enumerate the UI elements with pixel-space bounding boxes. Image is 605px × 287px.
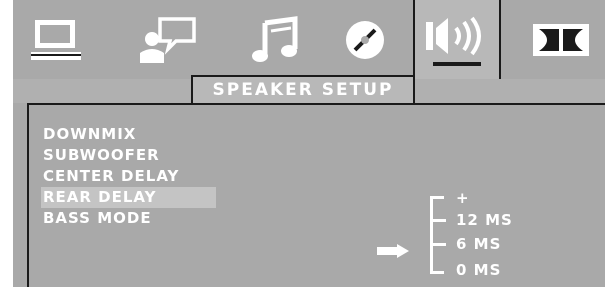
tab-language[interactable]	[121, 0, 209, 79]
dolby-icon	[533, 23, 589, 56]
tab-dolby[interactable]	[517, 0, 605, 79]
tab-disc[interactable]	[321, 0, 409, 79]
speaker-setup-menu: DOWNMIX SUBWOOFER CENTER DELAY REAR DELA…	[41, 124, 216, 229]
menu-item-center-delay[interactable]: CENTER DELAY	[41, 166, 216, 187]
menu-item-rear-delay[interactable]: REAR DELAY	[41, 187, 216, 208]
option-label: 12 MS	[456, 211, 513, 229]
arrow-pointer-icon	[377, 244, 409, 258]
option-6ms[interactable]: 6 MS	[432, 234, 501, 254]
menu-item-subwoofer[interactable]: SUBWOOFER	[41, 145, 216, 166]
option-tick	[432, 242, 446, 246]
rear-delay-options: + 12 MS 6 MS 0 MS	[410, 188, 570, 283]
page-title-box: SPEAKER SETUP	[191, 75, 415, 103]
option-tick	[432, 218, 446, 222]
active-tab-indicator	[433, 62, 481, 66]
menu-item-downmix[interactable]: DOWNMIX	[41, 124, 216, 145]
tab-system[interactable]	[13, 0, 101, 79]
option-12ms[interactable]: 12 MS	[432, 210, 513, 230]
option-label: 0 MS	[456, 261, 502, 279]
option-0ms[interactable]: 0 MS	[432, 260, 501, 280]
music-note-icon	[252, 15, 298, 62]
menu-item-bass-mode[interactable]: BASS MODE	[41, 208, 216, 229]
settings-icon-bar	[13, 0, 605, 103]
option-label: +	[456, 189, 470, 207]
speaker-icon	[426, 16, 481, 56]
disc-icon	[346, 20, 384, 59]
option-label: 6 MS	[456, 235, 502, 253]
monitor-icon	[31, 19, 81, 60]
page-title: SPEAKER SETUP	[212, 80, 394, 100]
tab-audio[interactable]	[232, 0, 320, 79]
option-plus[interactable]: +	[432, 188, 470, 208]
language-speech-icon	[140, 16, 196, 63]
